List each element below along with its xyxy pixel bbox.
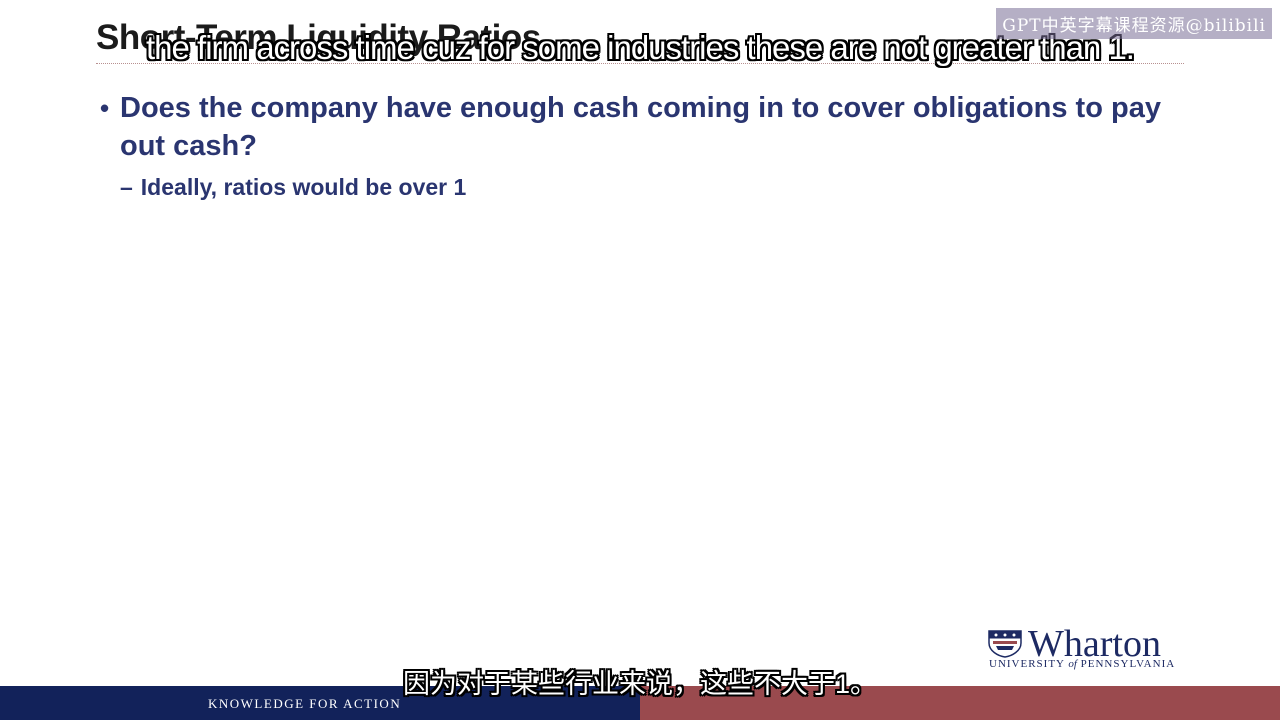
chinese-subtitle: 因为对于某些行业来说，这些不大于1。 — [402, 669, 877, 699]
bullet-item-1: • Does the company have enough cash comi… — [100, 89, 1190, 165]
bullet-text: Does the company have enough cash coming… — [120, 92, 1161, 162]
sub-bullet-item-1: – Ideally, ratios would be over 1 — [120, 174, 466, 201]
bullet-marker: • — [100, 93, 110, 123]
sub-bullet-text: Ideally, ratios would be over 1 — [140, 174, 467, 200]
watermark: GPT中英字幕课程资源@bilibili — [996, 8, 1272, 39]
shield-icon — [988, 630, 1022, 658]
sub-bullet-marker: – — [120, 174, 133, 200]
